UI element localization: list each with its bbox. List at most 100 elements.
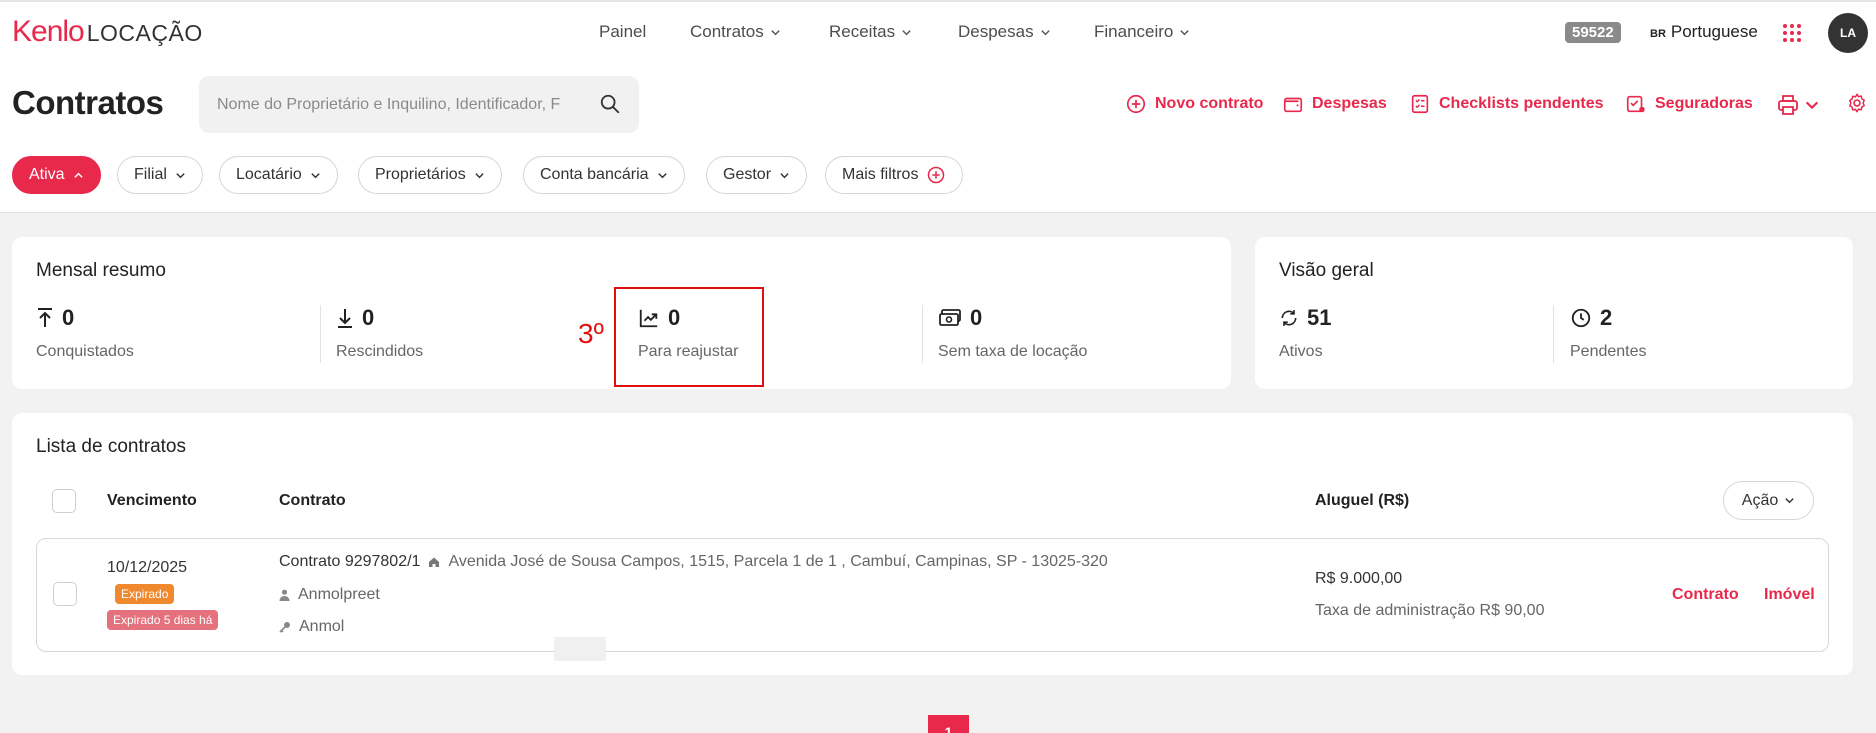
refresh-icon: [1281, 310, 1297, 326]
action-dropdown-button[interactable]: Ação: [1723, 481, 1814, 520]
stat-value: 0: [362, 305, 375, 330]
logo-brand: Kenlo: [12, 15, 85, 48]
tenant-name: Anmol: [299, 618, 345, 635]
nav-financeiro-label: Financeiro: [1094, 22, 1174, 41]
expenses-button[interactable]: Despesas: [1282, 93, 1387, 115]
chevron-down-icon: [771, 29, 780, 35]
stat-label: Pendentes: [1570, 343, 1647, 360]
nav-receitas-label: Receitas: [829, 22, 896, 41]
admin-fee: Taxa de administração R$ 90,00: [1315, 602, 1545, 619]
page-title: Contratos: [12, 84, 164, 121]
stat-conquistados: 0 Conquistados: [36, 305, 134, 361]
monthly-summary-title: Mensal resumo: [36, 260, 166, 281]
print-menu[interactable]: [1776, 93, 1820, 117]
column-header-contract[interactable]: Contrato: [279, 492, 346, 510]
chevron-down-icon: [1785, 498, 1794, 504]
stat-label: Ativos: [1279, 343, 1323, 360]
search-icon[interactable]: [599, 93, 621, 115]
filter-filial[interactable]: Filial: [117, 156, 203, 194]
language-selector[interactable]: BR Portuguese: [1650, 22, 1758, 42]
plus-circle-icon: [1126, 94, 1146, 114]
rent-value: R$ 9.000,00: [1315, 570, 1403, 587]
new-contract-label: Novo contrato: [1155, 95, 1264, 112]
pending-checklists-button[interactable]: Checklists pendentes: [1409, 93, 1604, 115]
contracts-list-title: Lista de contratos: [36, 436, 186, 457]
stat-pendentes: 2 Pendentes: [1570, 305, 1647, 361]
nav-contratos-label: Contratos: [690, 22, 764, 41]
chevron-down-icon: [1040, 29, 1050, 35]
row-checkbox[interactable]: [53, 582, 77, 606]
chevron-down-icon: [1805, 101, 1819, 110]
divider: [922, 305, 923, 363]
apps-grid-icon[interactable]: [1783, 24, 1801, 42]
chevron-down-icon: [475, 172, 484, 178]
gear-icon[interactable]: [1846, 92, 1868, 114]
property-link[interactable]: Imóvel: [1764, 586, 1815, 604]
stat-value: 51: [1307, 305, 1332, 330]
insurers-label: Seguradoras: [1655, 95, 1753, 112]
stat-sem-taxa: 0 Sem taxa de locação: [938, 305, 1087, 361]
filter-mais-filtros-label: Mais filtros: [842, 166, 919, 183]
filter-ativa[interactable]: Ativa: [12, 156, 101, 194]
stat-ativos: 51 Ativos: [1279, 305, 1331, 361]
money-icon: [939, 309, 961, 326]
nav-painel[interactable]: Painel: [599, 22, 646, 42]
nav-contratos[interactable]: Contratos: [690, 22, 781, 42]
stat-label: Sem taxa de locação: [938, 343, 1088, 360]
chevron-up-icon: [73, 172, 83, 178]
due-date: 10/12/2025: [107, 559, 188, 576]
stat-rescindidos: 0 Rescindidos: [336, 305, 423, 361]
new-contract-button[interactable]: Novo contrato: [1125, 93, 1263, 115]
stat-label: Rescindidos: [336, 343, 424, 360]
filter-conta-bancaria-label: Conta bancária: [540, 166, 649, 183]
chevron-down-icon: [657, 172, 667, 178]
nav-financeiro[interactable]: Financeiro: [1094, 22, 1190, 42]
logo-product: LOCAÇÃO: [86, 20, 203, 46]
wallet-icon: [1283, 97, 1303, 113]
tenant-line: Anmol: [279, 618, 344, 636]
filter-ativa-label: Ativa: [29, 166, 65, 183]
filter-conta-bancaria[interactable]: Conta bancária: [523, 156, 685, 194]
column-header-due[interactable]: Vencimento: [107, 492, 197, 510]
top-navbar: Kenlo LOCAÇÃO Painel Contratos Receitas …: [0, 0, 1876, 63]
user-icon: [279, 589, 290, 601]
contract-id[interactable]: Contrato 9297802/1: [279, 553, 420, 571]
status-detail-badge: Expirado 5 dias há: [107, 610, 219, 630]
chevron-down-icon: [176, 172, 185, 178]
insurers-button[interactable]: Seguradoras: [1625, 93, 1753, 115]
filter-locatario[interactable]: Locatário: [219, 156, 338, 194]
nav-despesas[interactable]: Despesas: [958, 22, 1051, 42]
select-all-checkbox[interactable]: [52, 489, 76, 513]
plus-circle-icon: [928, 166, 945, 184]
pagination-page-1[interactable]: 1: [928, 715, 969, 733]
overview-title: Visão geral: [1279, 260, 1374, 281]
nav-receitas[interactable]: Receitas: [829, 22, 912, 42]
nav-despesas-label: Despesas: [958, 22, 1034, 41]
horizontal-scroll-handle[interactable]: [554, 637, 606, 661]
nav-painel-label: Painel: [599, 22, 647, 41]
column-header-rent[interactable]: Aluguel (R$): [1315, 492, 1409, 510]
app-logo[interactable]: Kenlo LOCAÇÃO: [12, 15, 203, 49]
upload-icon: [38, 308, 52, 327]
printer-icon: [1778, 95, 1798, 115]
home-icon: [429, 557, 440, 567]
action-dropdown-label: Ação: [1741, 491, 1779, 509]
search-input[interactable]: [217, 95, 569, 114]
chevron-down-icon: [1180, 29, 1190, 35]
contract-line: Contrato 9297802/1 Avenida José de Sousa…: [279, 553, 1108, 571]
filter-gestor-label: Gestor: [723, 166, 772, 183]
chevron-down-icon: [780, 172, 789, 178]
stat-value: 0: [970, 305, 983, 330]
filter-filial-label: Filial: [134, 166, 167, 183]
filter-gestor[interactable]: Gestor: [706, 156, 808, 194]
account-code-badge: 59522: [1565, 22, 1621, 43]
language-label: Portuguese: [1670, 22, 1758, 41]
search-box: [199, 76, 639, 133]
filter-mais-filtros[interactable]: Mais filtros: [825, 156, 964, 194]
contract-link[interactable]: Contrato: [1672, 586, 1739, 604]
filter-proprietarios[interactable]: Proprietários: [358, 156, 502, 194]
status-badge: Expirado: [115, 584, 175, 604]
chevron-down-icon: [902, 29, 911, 35]
user-avatar[interactable]: LA: [1828, 13, 1868, 53]
download-icon: [338, 309, 352, 328]
